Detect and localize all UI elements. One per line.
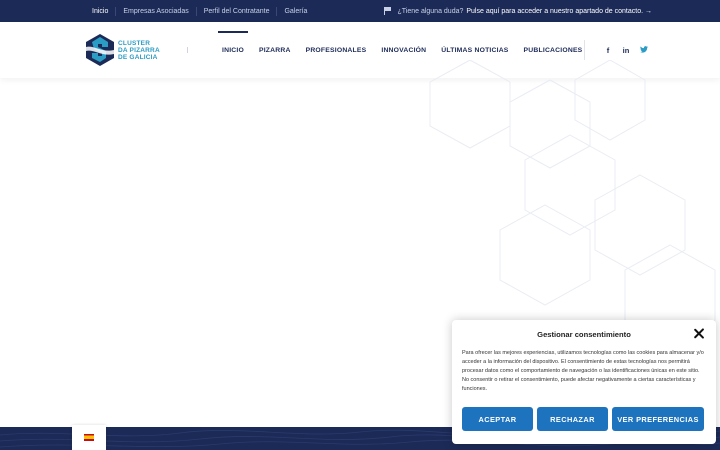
logo-line-1: CLUSTER (118, 39, 151, 47)
nav-separator (584, 40, 585, 60)
header-divider (187, 47, 188, 53)
nav-item-pizarra[interactable]: PIZARRA (259, 47, 291, 54)
twitter-icon[interactable] (640, 45, 648, 55)
accept-button[interactable]: ACEPTAR (462, 407, 533, 431)
flag-icon (384, 7, 392, 15)
cookie-consent-dialog: Gestionar consentimiento Para ofrecer la… (452, 320, 716, 444)
nav-item-publicaciones[interactable]: PUBLICACIONES (524, 47, 583, 54)
close-icon[interactable] (694, 328, 705, 339)
linkedin-icon[interactable]: in (622, 46, 630, 55)
logo-mark-icon (86, 34, 114, 66)
site-logo[interactable]: CLUSTER DA PIZARRA DE GALICIA (84, 32, 164, 68)
spain-flag-icon (84, 434, 94, 441)
view-preferences-button[interactable]: VER PREFERENCIAS (612, 407, 704, 431)
nav-item-inicio[interactable]: INICIO (218, 30, 248, 54)
hexagon-background (429, 60, 716, 340)
contact-question: ¿Tiene alguna duda? (397, 7, 464, 15)
nav-item-ultimas-noticias[interactable]: ÚLTIMAS NOTICIAS (441, 47, 508, 54)
consent-buttons: ACEPTAR RECHAZAR VER PREFERENCIAS (462, 407, 704, 431)
facebook-icon[interactable]: f (604, 46, 612, 55)
top-nav: Inicio Empresas Asociadas Perfil del Con… (92, 0, 314, 22)
top-link-empresas-asociadas[interactable]: Empresas Asociadas (115, 6, 195, 16)
top-link-galeria[interactable]: Galería (276, 6, 314, 16)
top-link-perfil-contratante[interactable]: Perfil del Contratante (195, 6, 277, 16)
nav-item-profesionales[interactable]: PROFESIONALES (306, 47, 367, 54)
top-link-inicio[interactable]: Inicio (92, 7, 115, 16)
contact-notice[interactable]: ¿Tiene alguna duda? Pulse aquí para acce… (384, 0, 652, 22)
logo-line-3: DE GALICIA (118, 53, 158, 61)
consent-title: Gestionar consentimiento (537, 330, 631, 339)
top-bar: Inicio Empresas Asociadas Perfil del Con… (0, 0, 720, 22)
contact-link[interactable]: Pulse aquí para acceder a nuestro aparta… (466, 8, 652, 15)
nav-item-innovacion[interactable]: INNOVACIÓN (381, 47, 426, 54)
logo-text: CLUSTER DA PIZARRA DE GALICIA (118, 40, 160, 61)
reject-button[interactable]: RECHAZAR (537, 407, 608, 431)
consent-message: Para ofrecer las mejores experiencias, u… (462, 350, 704, 392)
language-switcher[interactable] (72, 425, 106, 450)
logo-line-2: DA PIZARRA (118, 46, 160, 54)
